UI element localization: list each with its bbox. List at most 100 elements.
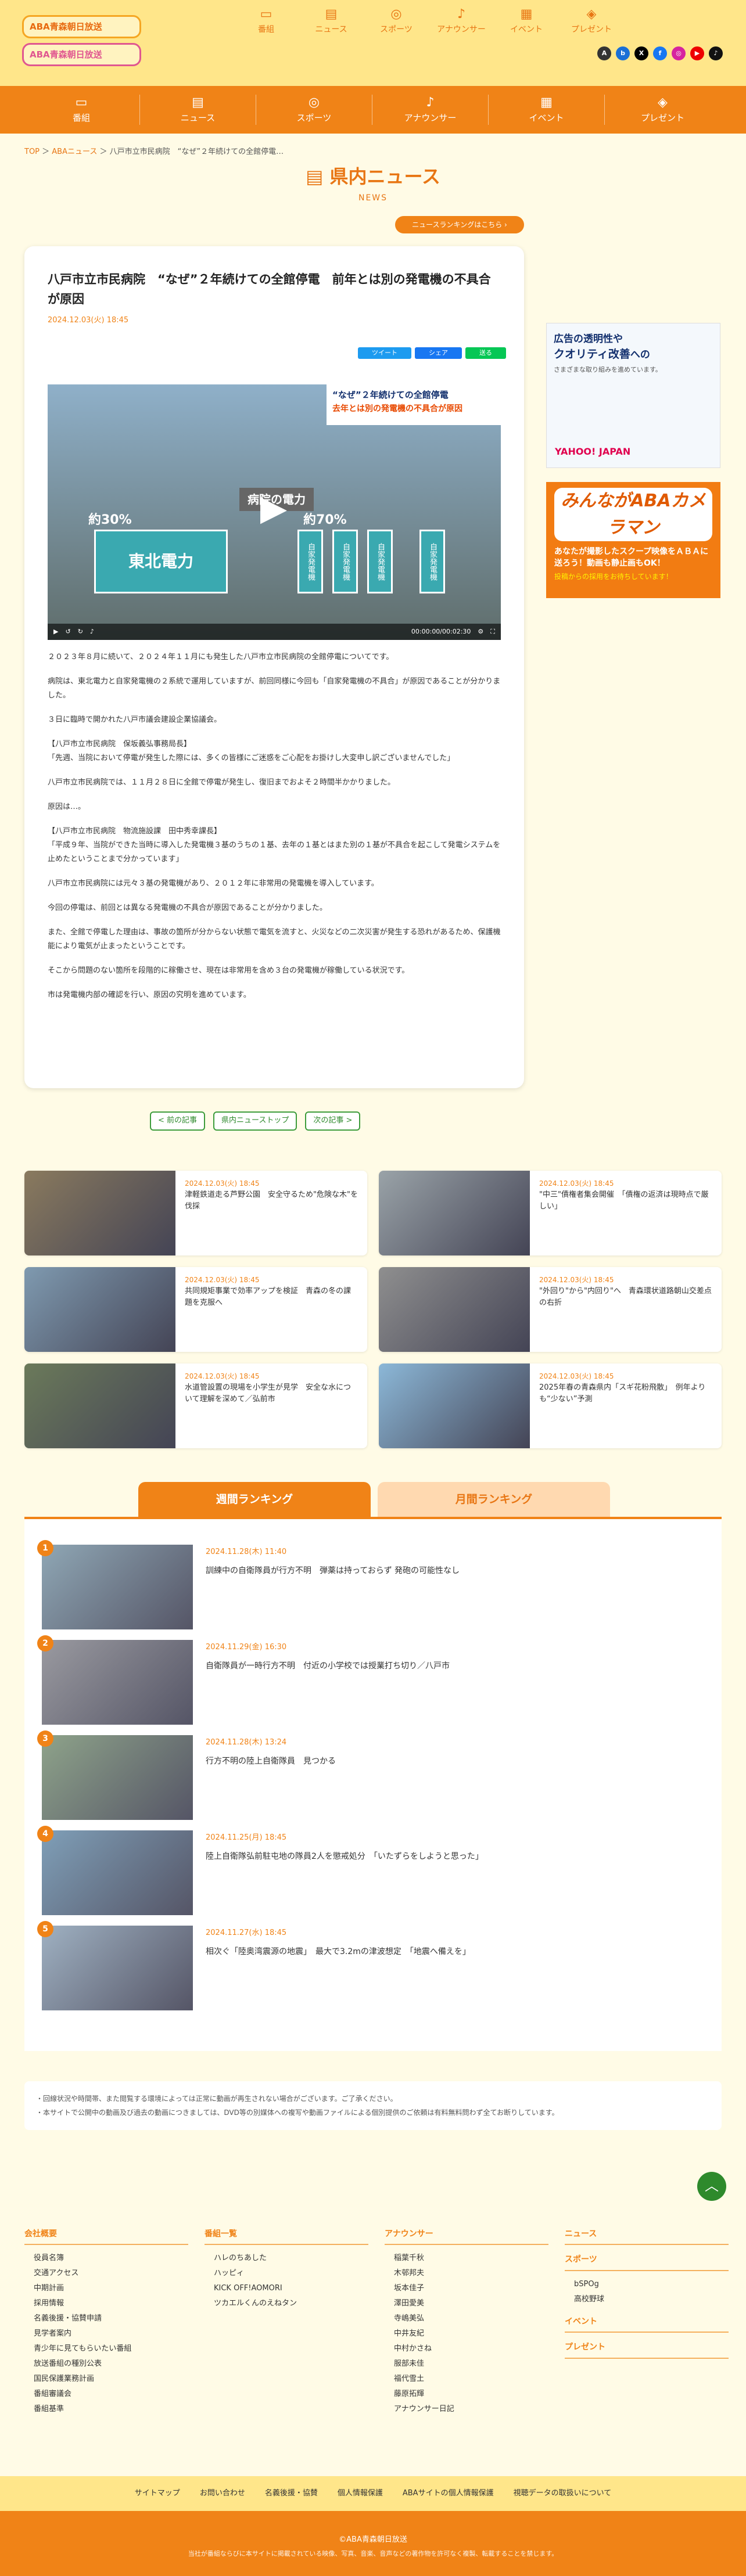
video-player[interactable]: “なぜ”２年続けての全館停電 去年とは別の発電機の不具合が原因 病院の電力 約3… [48,384,501,640]
footer-link[interactable]: 放送番組の種別公表 [24,2356,205,2372]
related-news-card[interactable]: 2024.12.03(火) 18:45 水道管設置の現場を小学生が見学 安全な水に… [24,1363,367,1448]
settings-icon[interactable]: ⚙ [478,627,483,637]
footer-link[interactable]: 役員名簿 [24,2251,205,2266]
mainnav-news[interactable]: ▤ ニュース [139,95,256,125]
footer-bar-link[interactable]: お問い合わせ [200,2488,245,2500]
instagram-icon[interactable]: ◎ [672,46,686,60]
footer-heading[interactable]: プレゼント [565,2341,729,2359]
fullscreen-icon[interactable]: ⛶ [490,627,495,637]
ranking-item[interactable]: 2 2024.11.29(金) 16:30 自衛隊員が一時行方不明 付近の小学校では… [37,1635,704,1727]
footer-link[interactable]: 寺嶋美弘 [385,2311,565,2326]
volume-icon[interactable]: ♪ [90,627,94,637]
footer-link[interactable]: 藤原拓輝 [385,2387,565,2402]
footer-link[interactable]: ツカエルくんのえねタン [205,2296,385,2311]
mainnav-announcers[interactable]: ♪ アナウンサー [372,95,488,125]
back-to-top-button[interactable]: ︿ [697,2172,726,2201]
breadcrumb-news[interactable]: ABAニュース [52,147,97,156]
prev-article-button[interactable]: < 前の記事 [150,1111,206,1131]
topnav-sports[interactable]: ◎ スポーツ [364,6,429,36]
news-top-button[interactable]: 県内ニューストップ [213,1111,297,1131]
tab-monthly[interactable]: 月間ランキング [378,1482,610,1517]
footer-heading[interactable]: スポーツ [565,2253,729,2271]
topnav-announcers[interactable]: ♪ アナウンサー [429,6,494,36]
mic-icon: ♪ [457,7,466,21]
footer-heading[interactable]: アナウンサー [385,2228,548,2246]
mainnav-sports[interactable]: ◎ スポーツ [256,95,372,125]
footer-heading[interactable]: 番組一覧 [205,2228,368,2246]
youtube-icon[interactable]: ▶ [690,46,704,60]
footer-link[interactable]: 高校野球 [565,2292,745,2307]
tiktok-icon[interactable]: ♪ [709,46,723,60]
related-news-card[interactable]: 2024.12.03(火) 18:45 "外回り"から"内回り"へ 青森環状道路朝… [379,1267,722,1352]
footer-link[interactable]: 番組審議会 [24,2387,205,2402]
tver-icon[interactable]: A [597,46,611,60]
play-icon[interactable]: ▶ [253,488,294,528]
footer-heading[interactable]: イベント [565,2315,729,2333]
footer-link[interactable]: 番組基準 [24,2402,205,2417]
footer-link[interactable]: 名義後援・協賛申請 [24,2311,205,2326]
ad-banner-camera[interactable]: みんながABAカメラマン あなたが撮影したスクープ映像をＡＢＡに送ろう！動画も静… [546,482,720,598]
footer-link[interactable]: 澤田愛美 [385,2296,565,2311]
footer-link[interactable]: bSPOg [565,2277,745,2292]
footer-link[interactable]: 中井友紀 [385,2326,565,2341]
footer-link[interactable]: 見学者案内 [24,2326,205,2341]
footer-link[interactable]: 交通アクセス [24,2266,205,2281]
footer-link[interactable]: 稲葉千秋 [385,2251,565,2266]
footer-bar-link[interactable]: サイトマップ [135,2488,180,2500]
related-news-card[interactable]: 2024.12.03(火) 18:45 共同規矩事業で効率アップを検証 青森の冬の… [24,1267,367,1352]
breadcrumb-top[interactable]: TOP [24,147,40,156]
ranking-item[interactable]: 5 2024.11.27(水) 18:45 相次ぐ「陸奥湾震源の地震」 最大で3.2… [37,1921,704,2013]
mainnav-events[interactable]: ▦ イベント [488,95,604,125]
footer-link[interactable]: KICK OFF!AOMORI [205,2281,385,2296]
facebook-share-button[interactable]: シェア [415,347,462,359]
mainnav-programs[interactable]: ▭ 番組 [23,95,139,125]
footer-link[interactable]: 採用情報 [24,2296,205,2311]
page-heading: ▤ 県内ニュース NEWS [0,162,746,205]
footer-link[interactable]: アナウンサー日記 [385,2402,565,2417]
footer-link[interactable]: 木邨邦夫 [385,2266,565,2281]
x-icon[interactable]: X [634,46,648,60]
video-caption-line2: 去年とは別の発電機の不具合が原因 [332,404,462,413]
ranking-item[interactable]: 3 2024.11.28(木) 13:24 行方不明の陸上自衛隊員 見つかる [37,1730,704,1822]
tweet-button[interactable]: ツイート [358,347,411,359]
line-share-button[interactable]: 送る [465,347,506,359]
next-article-button[interactable]: 次の記事 > [305,1111,361,1131]
footer-link[interactable]: 国民保護業務計画 [24,2372,205,2387]
tab-weekly[interactable]: 週間ランキング [138,1482,371,1517]
footer-link[interactable]: 中村かさね [385,2341,565,2356]
footer-link[interactable]: 服部未佳 [385,2356,565,2372]
footer-bar-link[interactable]: 視聴データの取扱いについて [514,2488,612,2500]
rewind-icon[interactable]: ↺ [65,627,70,637]
related-news-card[interactable]: 2024.12.03(火) 18:45 "中三"債権者集会開催 「債権の返済は現時… [379,1171,722,1255]
bluesky-icon[interactable]: b [616,46,630,60]
topnav-programs[interactable]: ▭ 番組 [234,6,299,36]
ad-banner-yahoo[interactable]: 広告の透明性や クオリティ改善への さまざまな取り組みを進めています。 YAHOO… [546,323,720,468]
forward-icon[interactable]: ↻ [78,627,83,637]
ranking-item[interactable]: 4 2024.11.25(月) 18:45 陸上自衛隊弘前駐屯地の隊員2人を懲戒処分… [37,1826,704,1917]
footer-link[interactable]: ハレのちあした [205,2251,385,2266]
related-news-card[interactable]: 2024.12.03(火) 18:45 津軽鉄道走る芦野公園 安全守るため"危険な… [24,1171,367,1255]
footer-heading[interactable]: ニュース [565,2228,729,2246]
footer-link[interactable]: 福代雪土 [385,2372,565,2387]
topnav-news[interactable]: ▤ ニュース [299,6,364,36]
footer-link[interactable]: 中期計画 [24,2281,205,2296]
topnav-presents[interactable]: ◈ プレゼント [559,6,624,36]
related-news-card[interactable]: 2024.12.03(火) 18:45 2025年春の青森県内「スギ花粉飛散」 例… [379,1363,722,1448]
footer-bar-link[interactable]: 個人情報保護 [338,2488,383,2500]
site-logo[interactable]: ABA青森朝日放送 ABA青森朝日放送 [22,15,141,71]
footer-heading[interactable]: 会社概要 [24,2228,188,2246]
footer-bar-link[interactable]: ABAサイトの個人情報保護 [403,2488,494,2500]
topnav-events[interactable]: ▦ イベント [494,6,559,36]
footer-bar-link[interactable]: 名義後援・協賛 [265,2488,318,2500]
line-share-label: 送る [479,349,492,357]
facebook-icon[interactable]: f [653,46,667,60]
footer-link[interactable]: 坂本佳子 [385,2281,565,2296]
footer-link[interactable]: ハッピィ [205,2266,385,2281]
mainnav-presents[interactable]: ◈ プレゼント [604,95,720,125]
play-control-icon[interactable]: ▶ [53,627,58,637]
footer-link[interactable]: 青少年に見てもらいたい番組 [24,2341,205,2356]
card-text: 2024.12.03(火) 18:45 "中三"債権者集会開催 「債権の返済は現時… [530,1171,722,1255]
ranking-link-button[interactable]: ニュースランキングはこちら › [395,216,524,233]
ranking-item[interactable]: 1 2024.11.28(木) 11:40 訓練中の自衛隊員が行方不明 弾薬は持って… [37,1540,704,1632]
mainnav-label: イベント [529,113,564,123]
